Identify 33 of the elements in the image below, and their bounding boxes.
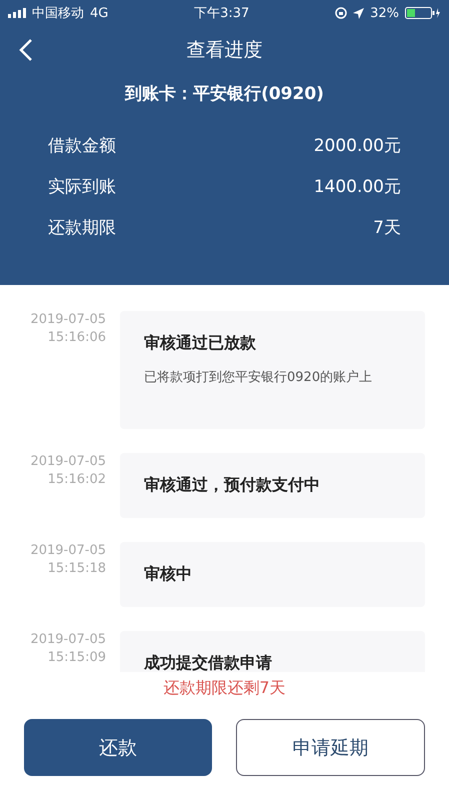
event-date: 2019-07-05 [30, 631, 106, 649]
summary-value: 2000.00元 [314, 135, 401, 157]
event-detail: 已将款项打到您平安银行0920的账户上 [144, 369, 374, 386]
event-date: 2019-07-05 [30, 542, 106, 560]
rotation-lock-icon [335, 7, 348, 19]
event-title: 审核通过，预付款支付中 [144, 475, 321, 496]
event-time: 15:15:09 [48, 649, 106, 667]
event-title: 审核中 [144, 564, 193, 585]
event-time: 15:15:18 [48, 560, 106, 578]
summary-label: 还款期限 [48, 217, 116, 239]
event-time: 15:16:06 [48, 329, 106, 347]
card-value: 平安银行(0920) [193, 83, 324, 105]
event-title: 成功提交借款申请 [144, 653, 273, 672]
clock: 下午3:37 [194, 5, 250, 22]
carrier-name: 中国移动 [32, 5, 84, 22]
battery-icon [405, 7, 441, 19]
event-date: 2019-07-05 [30, 311, 106, 329]
event-time: 15:16:02 [48, 471, 106, 489]
card-label: 到账卡： [125, 83, 194, 105]
event-title: 审核通过已放款 [144, 333, 257, 354]
extension-button[interactable]: 申请延期 [236, 719, 425, 776]
signal-icon [8, 8, 26, 18]
battery-percent: 32% [370, 6, 399, 20]
summary-label: 借款金额 [48, 135, 116, 157]
event-date: 2019-07-05 [30, 453, 106, 471]
location-icon [353, 8, 364, 18]
summary-value: 1400.00元 [314, 176, 401, 198]
repay-button[interactable]: 还款 [24, 719, 212, 776]
repayment-notice: 还款期限还剩7天 [162, 677, 287, 699]
page-title: 查看进度 [186, 38, 262, 63]
network-type: 4G [90, 6, 108, 20]
summary-value: 7天 [373, 217, 401, 239]
summary-label: 实际到账 [48, 176, 116, 198]
